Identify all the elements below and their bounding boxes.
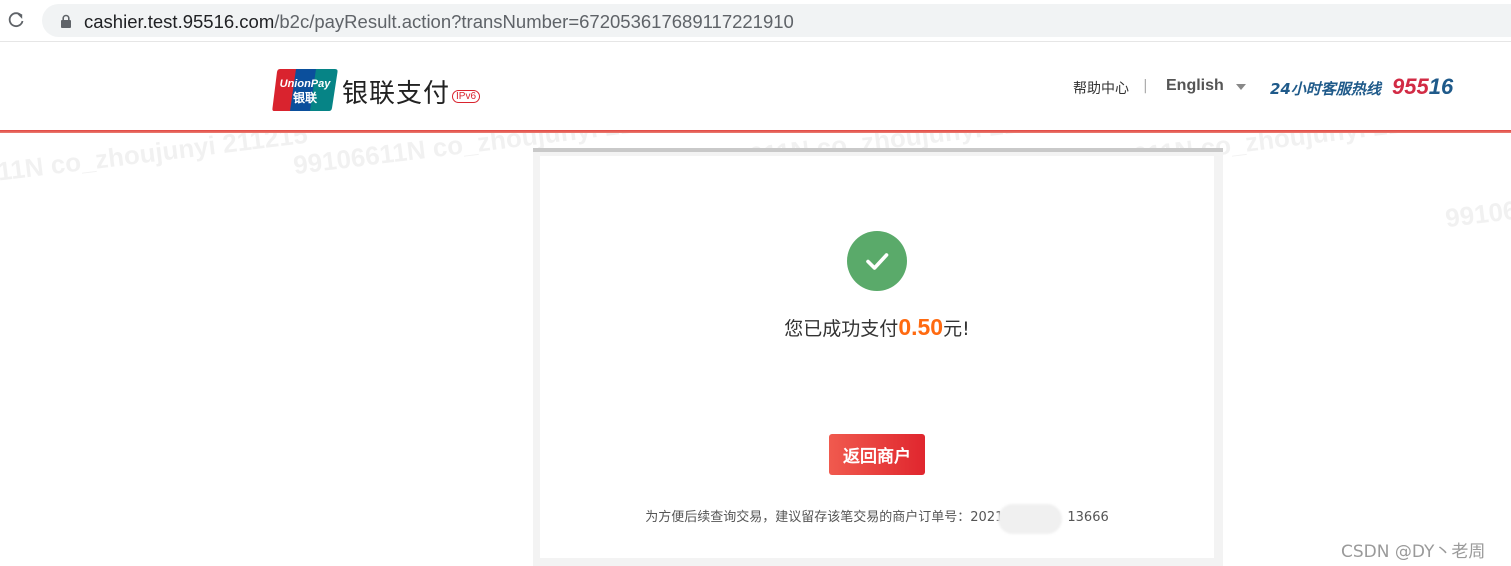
payment-result-message: 您已成功支付0.50元!	[540, 314, 1214, 341]
result-card: 您已成功支付0.50元! 返回商户 为方便后续查询交易，建议留存该笔交易的商户订…	[540, 156, 1214, 558]
watermark-text: 99106611N co_zhoujunyi 211215	[0, 133, 310, 198]
redaction-blur	[998, 504, 1063, 534]
message-prefix: 您已成功支付	[784, 318, 899, 340]
reload-icon[interactable]	[4, 8, 28, 32]
success-badge	[847, 231, 907, 291]
hotline-number-part-a: 955	[1392, 74, 1429, 99]
hotline-number-part-b: 16	[1428, 74, 1454, 99]
order-number-note: 为方便后续查询交易，建议留存该笔交易的商户订单号：2021 13666	[540, 504, 1214, 534]
help-center-link[interactable]: 帮助中心	[1073, 78, 1129, 98]
url-text: cashier.test.95516.com/b2c/payResult.act…	[84, 11, 794, 33]
svg-text:银联: 银联	[293, 90, 317, 105]
url-path: /b2c/payResult.action?transNumber=672053…	[274, 11, 794, 32]
return-to-merchant-button[interactable]: 返回商户	[829, 434, 925, 475]
nav-separator: |	[1143, 78, 1148, 94]
paid-amount: 0.50	[898, 314, 944, 340]
caret-down-icon	[1235, 84, 1246, 90]
browser-address-bar: cashier.test.95516.com/b2c/payResult.act…	[0, 0, 1511, 42]
check-icon	[866, 253, 889, 270]
language-select[interactable]: English	[1166, 77, 1246, 95]
svg-text:UnionPay: UnionPay	[280, 78, 332, 90]
hotline-number: 95516	[1392, 74, 1453, 100]
url-field[interactable]: cashier.test.95516.com/b2c/payResult.act…	[42, 4, 1511, 37]
ipv6-badge: IPv6	[452, 90, 481, 103]
merchant-order-number: 2021 13666	[970, 504, 1109, 534]
brand-name: 银联支付	[342, 79, 451, 109]
watermark-text: 99106611N co_zhoujunyi 211215	[1443, 155, 1511, 234]
message-suffix: 元!	[943, 318, 970, 340]
result-card-frame: 您已成功支付0.50元! 返回商户 为方便后续查询交易，建议留存该笔交易的商户订…	[533, 148, 1223, 566]
csdn-watermark: CSDN @DY丶老周	[1341, 542, 1486, 562]
language-label: English	[1166, 77, 1224, 94]
url-host: cashier.test.95516.com	[84, 11, 275, 32]
unionpay-logo: UnionPay 银联	[272, 69, 338, 111]
header-divider	[0, 130, 1511, 133]
site-header: UnionPay 银联 银联支付 IPv6 帮助中心 | English 24小…	[0, 43, 1511, 131]
order-note-text: 为方便后续查询交易，建议留存该笔交易的商户订单号：	[645, 510, 971, 525]
order-number-tail: 13666	[1067, 510, 1109, 525]
lock-icon	[61, 14, 71, 28]
hotline-label: 24小时客服热线	[1270, 80, 1381, 98]
